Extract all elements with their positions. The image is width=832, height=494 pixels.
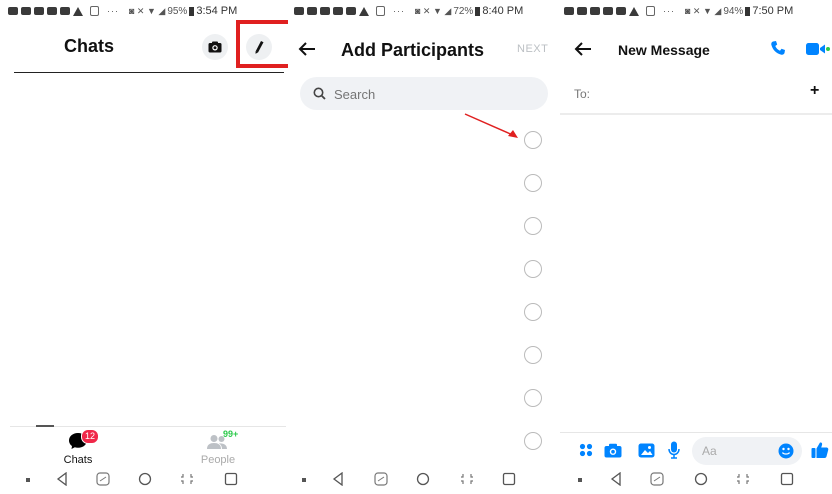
battery-level: 72% xyxy=(453,5,474,17)
header-divider xyxy=(14,72,284,73)
chats-badge: 12 xyxy=(81,429,99,444)
nav-screenshot-icon[interactable] xyxy=(374,472,388,486)
notification-icons xyxy=(8,6,99,16)
compose-button[interactable] xyxy=(246,34,272,60)
notification-icons xyxy=(294,6,385,16)
nav-dot-icon xyxy=(302,478,306,482)
camera-button[interactable] xyxy=(202,34,228,60)
participant-select-circle[interactable] xyxy=(524,260,542,278)
bottom-divider-mark xyxy=(36,425,54,427)
search-bar[interactable] xyxy=(300,77,548,110)
image-icon[interactable] xyxy=(638,443,655,458)
nav-split-icon[interactable] xyxy=(180,472,194,486)
tab-chats-label: Chats xyxy=(63,454,93,466)
nav-recents-icon[interactable] xyxy=(502,472,516,486)
search-icon xyxy=(313,87,326,100)
composer-divider xyxy=(560,432,832,433)
participant-select-circle[interactable] xyxy=(524,389,542,407)
battery-level: 94% xyxy=(723,5,744,17)
message-input-placeholder: Aa xyxy=(702,444,717,458)
tab-people[interactable]: 99+ People xyxy=(190,428,246,468)
nav-back-icon[interactable] xyxy=(610,472,622,486)
nav-recents-icon[interactable] xyxy=(224,472,238,486)
participant-select-circle[interactable] xyxy=(524,432,542,450)
status-bar: ··· ◙ ✕ ▼ ◢ 72% 8:40 PM xyxy=(288,0,560,22)
nav-back-icon[interactable] xyxy=(332,472,344,486)
tab-chats[interactable]: 12 Chats xyxy=(50,428,106,468)
camera-icon[interactable] xyxy=(604,443,622,458)
nav-recents-icon[interactable] xyxy=(780,472,794,486)
nav-home-icon[interactable] xyxy=(694,472,708,486)
to-divider xyxy=(560,113,832,115)
system-nav-bar xyxy=(288,466,560,494)
search-input[interactable] xyxy=(332,85,526,104)
video-icon[interactable] xyxy=(806,41,830,57)
status-time: 7:50 PM xyxy=(752,5,794,17)
camera-icon xyxy=(208,41,222,53)
message-input[interactable]: Aa xyxy=(692,437,802,465)
nav-home-icon[interactable] xyxy=(138,472,152,486)
phone-icon[interactable] xyxy=(770,40,786,56)
like-icon[interactable] xyxy=(811,441,829,459)
red-arrow-annotation xyxy=(464,113,518,138)
back-arrow-icon[interactable] xyxy=(574,41,592,57)
status-bar: ··· ◙ ✕ ▼ ◢ 95% 3:54 PM xyxy=(0,0,288,22)
participant-select-circle[interactable] xyxy=(524,303,542,321)
apps-icon[interactable] xyxy=(579,443,593,457)
participant-select-circle[interactable] xyxy=(524,131,542,149)
nav-split-icon[interactable] xyxy=(460,472,474,486)
people-badge: 99+ xyxy=(223,429,239,439)
battery-level: 95% xyxy=(167,5,188,17)
add-recipient-button[interactable]: + xyxy=(810,82,819,100)
emoji-icon[interactable] xyxy=(778,443,794,459)
next-button[interactable]: NEXT xyxy=(517,43,548,55)
plus-icon: + xyxy=(810,82,820,99)
chats-screen: ··· ◙ ✕ ▼ ◢ 95% 3:54 PM Chats 12 Chats 9… xyxy=(0,0,288,494)
nav-back-icon[interactable] xyxy=(56,472,68,486)
to-label: To: xyxy=(574,87,591,101)
nav-home-icon[interactable] xyxy=(416,472,430,486)
system-nav-bar xyxy=(0,466,288,494)
recipient-input[interactable] xyxy=(600,80,800,106)
add-participants-screen: ··· ◙ ✕ ▼ ◢ 72% 8:40 PM Add Participants… xyxy=(288,0,560,494)
nav-screenshot-icon[interactable] xyxy=(96,472,110,486)
page-title: Chats xyxy=(64,36,115,56)
participant-select-circle[interactable] xyxy=(524,174,542,192)
pencil-icon xyxy=(255,41,264,54)
participant-select-circle[interactable] xyxy=(524,217,542,235)
nav-dot-icon xyxy=(26,478,30,482)
nav-screenshot-icon[interactable] xyxy=(650,472,664,486)
system-nav-bar xyxy=(560,466,832,494)
mic-icon[interactable] xyxy=(668,441,680,459)
tab-people-label: People xyxy=(200,454,236,466)
back-arrow-icon[interactable] xyxy=(298,41,316,57)
nav-split-icon[interactable] xyxy=(736,472,750,486)
page-title: New Message xyxy=(618,42,710,58)
status-time: 8:40 PM xyxy=(482,5,524,17)
notification-icons xyxy=(564,6,655,16)
nav-dot-icon xyxy=(578,478,582,482)
status-bar: ··· ◙ ✕ ▼ ◢ 94% 7:50 PM xyxy=(560,0,832,22)
participant-select-circle[interactable] xyxy=(524,346,542,364)
page-title: Add Participants xyxy=(341,40,485,60)
new-message-screen: ··· ◙ ✕ ▼ ◢ 94% 7:50 PM New Message To: … xyxy=(560,0,832,494)
status-time: 3:54 PM xyxy=(196,5,238,17)
